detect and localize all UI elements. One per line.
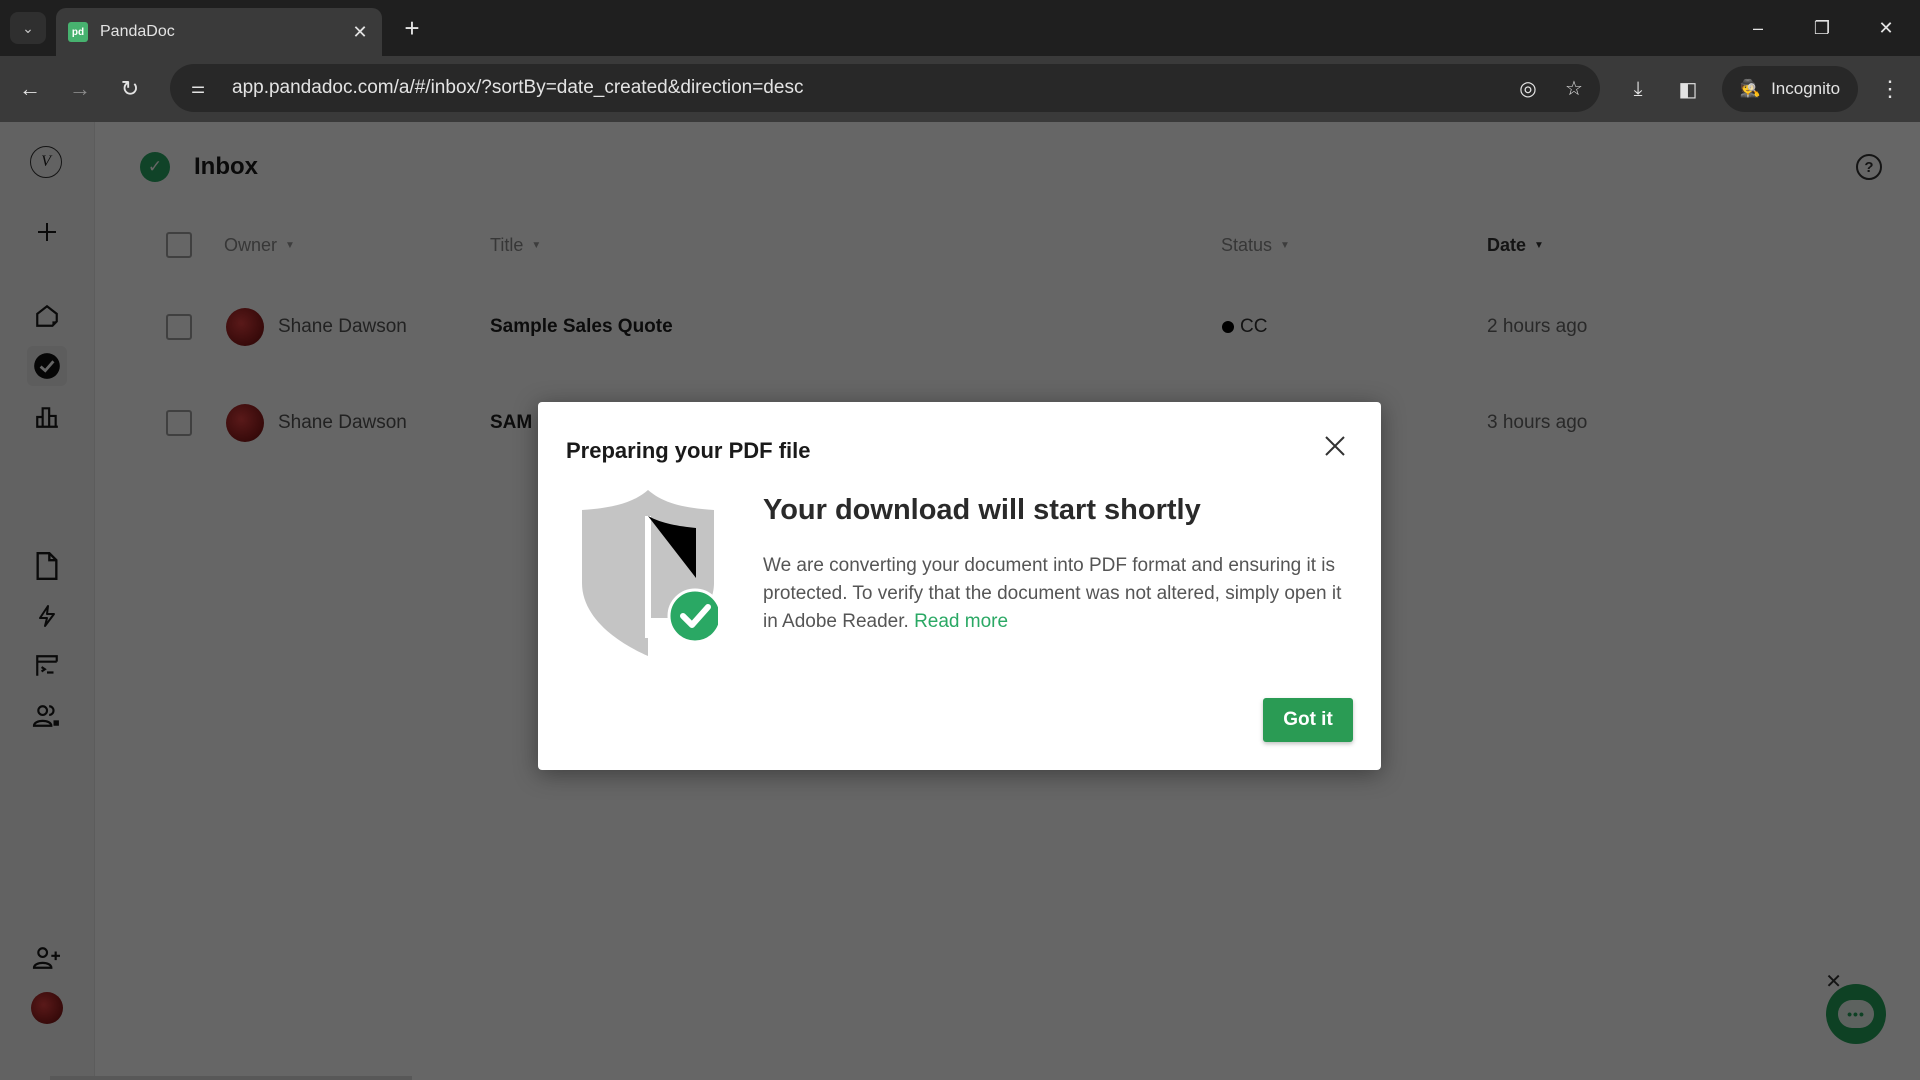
tab-search-button[interactable]: ⌄ xyxy=(10,12,46,44)
pdf-download-dialog: Preparing your PDF file Your download wi… xyxy=(538,402,1381,770)
eye-off-icon: ◎ xyxy=(1519,77,1537,100)
url-text[interactable]: app.pandadoc.com/a/#/inbox/?sortBy=date_… xyxy=(232,77,1508,99)
tune-icon: ⚌ xyxy=(190,80,206,97)
close-icon xyxy=(1325,436,1345,456)
restore-button[interactable]: ❐ xyxy=(1802,12,1842,44)
chevron-down-icon: ⌄ xyxy=(22,19,34,36)
incognito-label: Incognito xyxy=(1771,79,1841,98)
pandadoc-favicon-icon: pd xyxy=(68,22,88,42)
back-button[interactable]: ← xyxy=(14,73,46,105)
close-window-button[interactable]: ✕ xyxy=(1866,12,1906,44)
plus-icon: + xyxy=(404,12,420,43)
arrow-left-icon: ← xyxy=(19,76,41,101)
reload-icon: ↻ xyxy=(120,76,140,101)
downloads-button[interactable]: ⤓ xyxy=(1622,73,1654,105)
read-more-link[interactable]: Read more xyxy=(914,611,1008,632)
restore-icon: ❐ xyxy=(1813,17,1831,38)
new-tab-button[interactable]: + xyxy=(396,12,428,44)
browser-tab-bar: ⌄ pd PandaDoc ✕ + – ❐ ✕ xyxy=(0,0,1920,56)
shield-check-icon xyxy=(582,490,718,656)
address-bar[interactable]: ⚌ app.pandadoc.com/a/#/inbox/?sortBy=dat… xyxy=(170,64,1600,112)
minimize-icon: – xyxy=(1752,17,1763,38)
tab-title: PandaDoc xyxy=(100,23,175,40)
minimize-button[interactable]: – xyxy=(1738,12,1778,44)
browser-tab[interactable]: pd PandaDoc ✕ xyxy=(56,8,382,56)
incognito-indicator[interactable]: 🕵 Incognito xyxy=(1722,66,1858,112)
dialog-title: Preparing your PDF file xyxy=(566,438,811,463)
dialog-close-button[interactable] xyxy=(1319,430,1351,462)
side-panel-button[interactable]: ◧ xyxy=(1672,73,1704,105)
arrow-right-icon: → xyxy=(69,76,91,101)
got-it-button[interactable]: Got it xyxy=(1263,698,1353,742)
forward-button[interactable]: → xyxy=(64,73,96,105)
close-icon: ✕ xyxy=(1878,17,1894,38)
reload-button[interactable]: ↻ xyxy=(114,73,146,105)
close-tab-icon[interactable]: ✕ xyxy=(350,22,370,43)
dialog-body-text: We are converting your document into PDF… xyxy=(763,555,1342,632)
browser-menu-button[interactable]: ⋮ xyxy=(1874,73,1906,105)
tracking-protection-button[interactable]: ◎ xyxy=(1508,68,1548,108)
dialog-body: We are converting your document into PDF… xyxy=(763,552,1353,636)
side-panel-icon: ◧ xyxy=(1678,78,1698,101)
bookmark-button[interactable]: ☆ xyxy=(1554,68,1594,108)
kebab-menu-icon: ⋮ xyxy=(1879,76,1901,101)
dialog-heading: Your download will start shortly xyxy=(763,494,1201,526)
browser-toolbar: ← → ↻ ⚌ app.pandadoc.com/a/#/inbox/?sort… xyxy=(0,56,1920,122)
site-info-button[interactable]: ⚌ xyxy=(178,72,218,104)
incognito-icon: 🕵 xyxy=(1739,79,1762,98)
download-icon: ⤓ xyxy=(1633,77,1643,100)
star-icon: ☆ xyxy=(1565,77,1583,100)
